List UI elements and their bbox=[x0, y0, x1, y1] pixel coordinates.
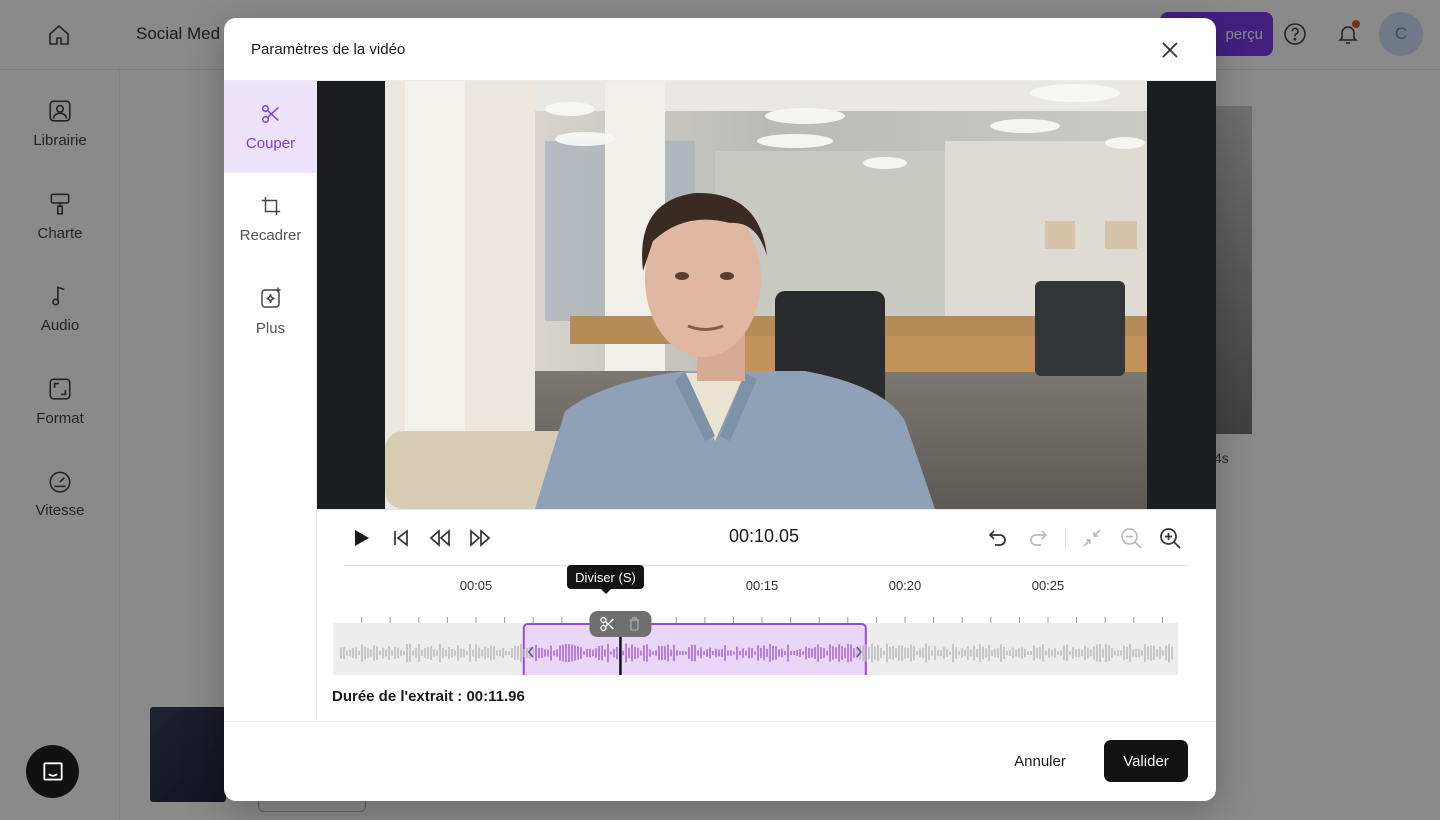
play-button[interactable] bbox=[349, 526, 373, 550]
scissors-icon bbox=[261, 104, 279, 123]
fast-forward-button[interactable] bbox=[468, 526, 492, 550]
tool-couper[interactable]: Couper bbox=[224, 81, 317, 173]
current-timecode: 00:10.05 bbox=[728, 526, 800, 546]
modal-footer-divider bbox=[224, 721, 1216, 722]
skip-back-icon bbox=[394, 529, 408, 547]
redo-button[interactable] bbox=[1026, 526, 1050, 550]
close-button[interactable] bbox=[1157, 37, 1183, 63]
clip-duration: Durée de l'extrait : 00:11.96 bbox=[332, 688, 525, 705]
controls-divider bbox=[1065, 528, 1066, 548]
tool-recadrer[interactable]: Recadrer bbox=[224, 173, 317, 265]
skip-to-start-button[interactable] bbox=[389, 526, 413, 550]
player-controls: 00:10.05 bbox=[317, 509, 1216, 565]
redo-icon bbox=[1030, 530, 1048, 546]
tool-panel: Couper Recadrer Plus bbox=[224, 81, 317, 721]
cancel-button[interactable]: Annuler bbox=[1002, 741, 1078, 781]
modal-title: Paramètres de la vidéo bbox=[251, 41, 406, 58]
collapse-button[interactable] bbox=[1080, 526, 1104, 550]
rewind-button[interactable] bbox=[428, 526, 452, 550]
chat-icon bbox=[42, 761, 63, 781]
crop-icon bbox=[261, 196, 280, 215]
video-frame bbox=[385, 81, 1147, 509]
timeline-track[interactable] bbox=[317, 565, 1216, 675]
zoom-out-button[interactable] bbox=[1119, 526, 1143, 550]
tool-label: Couper bbox=[245, 134, 296, 152]
tool-label: Recadrer bbox=[239, 226, 302, 244]
clip-actions-pill bbox=[589, 611, 652, 637]
zoom-out-icon bbox=[1121, 528, 1142, 549]
fast-forward-icon bbox=[470, 529, 491, 547]
video-settings-modal: Paramètres de la vidéo Couper Recadrer P… bbox=[224, 18, 1216, 801]
split-tooltip: Diviser (S) bbox=[567, 565, 644, 594]
timeline: 00:05 00:15 00:20 00:25 Diviser (S) bbox=[317, 565, 1216, 675]
zoom-in-icon bbox=[1160, 528, 1181, 549]
video-frame-image bbox=[385, 81, 1147, 509]
close-icon bbox=[1162, 42, 1178, 58]
tool-label: Plus bbox=[255, 319, 286, 337]
tool-plus[interactable]: Plus bbox=[224, 265, 317, 357]
chat-support-button[interactable] bbox=[26, 745, 79, 798]
play-icon bbox=[355, 530, 369, 546]
video-preview bbox=[317, 81, 1216, 509]
modal-header: Paramètres de la vidéo bbox=[224, 18, 1216, 81]
rewind-icon bbox=[429, 529, 450, 547]
undo-button[interactable] bbox=[986, 526, 1010, 550]
collapse-icon bbox=[1083, 529, 1101, 547]
validate-button[interactable]: Valider bbox=[1104, 740, 1188, 782]
zoom-in-button[interactable] bbox=[1158, 526, 1182, 550]
sparkle-plus-icon bbox=[260, 287, 280, 308]
undo-icon bbox=[988, 530, 1006, 546]
